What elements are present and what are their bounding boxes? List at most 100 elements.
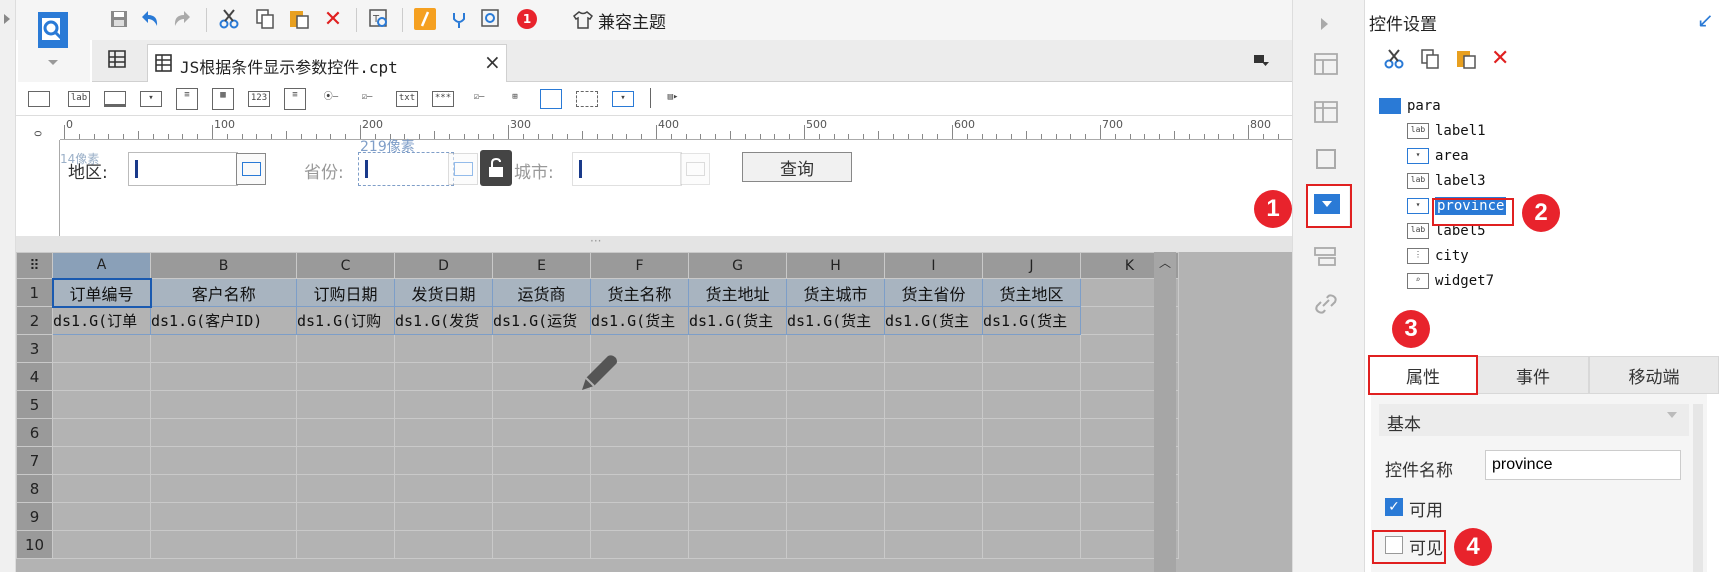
sheet-cell[interactable]	[982, 502, 1081, 531]
column-header[interactable]: E	[492, 252, 591, 279]
properties-scrollbar[interactable]	[1693, 404, 1703, 572]
sheet-cell[interactable]	[982, 530, 1081, 559]
sheet-cell[interactable]	[296, 502, 395, 531]
label-widget-icon[interactable]: lab	[68, 91, 90, 107]
sheet-cell[interactable]	[688, 334, 787, 363]
panel-cut-icon[interactable]	[1383, 48, 1405, 74]
sheet-cell[interactable]	[688, 474, 787, 503]
text-widget-icon[interactable]: txt	[396, 91, 418, 107]
area-dropdown-button[interactable]	[236, 153, 266, 185]
formula-icon[interactable]	[414, 8, 436, 30]
sheet-cell[interactable]	[52, 446, 151, 475]
tree-node-area[interactable]: ▾ area	[1407, 144, 1469, 168]
splitter-grip-icon[interactable]: ···	[590, 234, 601, 248]
sheet-cell[interactable]	[590, 446, 689, 475]
sheet-cell[interactable]	[884, 334, 983, 363]
row-header[interactable]: 9	[16, 502, 53, 531]
sheet-cell[interactable]: 客户名称	[150, 278, 297, 307]
province-input[interactable]	[358, 152, 454, 186]
tree-node-para[interactable]: para	[1379, 94, 1441, 118]
sheet-cell[interactable]	[394, 502, 493, 531]
row-header[interactable]: 2	[16, 306, 53, 335]
sheet-cell[interactable]	[52, 418, 151, 447]
table-tree-widget-icon[interactable]	[540, 89, 562, 109]
sheet-cell[interactable]	[786, 474, 885, 503]
sheet-cell[interactable]	[296, 390, 395, 419]
sheet-cell[interactable]	[492, 502, 591, 531]
sheet-cell[interactable]	[688, 418, 787, 447]
sheet-cell[interactable]	[492, 474, 591, 503]
sheet-cell[interactable]	[590, 502, 689, 531]
paste-icon[interactable]	[288, 8, 310, 30]
sheet-cell[interactable]	[296, 362, 395, 391]
sheet-cell[interactable]: 货主省份	[884, 278, 983, 307]
column-header[interactable]: J	[982, 252, 1081, 279]
sheet-cell[interactable]	[884, 362, 983, 391]
button-widget-icon[interactable]	[104, 91, 126, 107]
vertical-scrollbar[interactable]: ︿	[1154, 252, 1176, 572]
sheet-cell[interactable]	[982, 334, 1081, 363]
sheet-cell[interactable]	[688, 362, 787, 391]
sheet-cell[interactable]: ds1.G(订单	[52, 306, 151, 335]
sheet-cell[interactable]	[590, 530, 689, 559]
delete-icon[interactable]: ✕	[322, 7, 344, 32]
panel-paste-icon[interactable]	[1455, 48, 1477, 74]
tree-node-widget7[interactable]: ⌕ widget7	[1407, 269, 1494, 293]
spreadsheet[interactable]: ⠿ A B C D E F G H I J K 1 订单编号 客户名称 订购日期 发货日期 运货商 货主名称 货主地址…	[16, 252, 1292, 572]
collapse-arrow-icon[interactable]	[1321, 18, 1328, 30]
sheet-cell[interactable]	[150, 502, 297, 531]
sheet-cell[interactable]: 货主地址	[688, 278, 787, 307]
multi-file-widget-icon[interactable]	[576, 91, 598, 107]
sheet-cell[interactable]: 发货日期	[394, 278, 493, 307]
checkbox-widget-icon[interactable]: ☑–	[468, 91, 490, 107]
section-collapse-icon[interactable]	[1667, 412, 1677, 418]
select-all-corner[interactable]: ⠿	[16, 252, 53, 279]
sheet-cell[interactable]	[394, 530, 493, 559]
sheet-cell[interactable]	[394, 390, 493, 419]
splitter[interactable]: ···	[16, 234, 1292, 252]
number-widget-icon[interactable]: 123	[248, 91, 270, 107]
row-header[interactable]: 4	[16, 362, 53, 391]
row-header[interactable]: 8	[16, 474, 53, 503]
sheet-cell[interactable]	[150, 390, 297, 419]
enabled-checkbox[interactable]: ✓	[1385, 498, 1403, 516]
tree-widget-icon[interactable]: ⊞	[504, 91, 526, 107]
sheet-cell[interactable]	[982, 418, 1081, 447]
widget-name-input[interactable]	[1485, 450, 1681, 480]
notification-badge[interactable]: 1	[516, 8, 538, 30]
sheet-cell[interactable]	[786, 418, 885, 447]
radio-group-icon[interactable]: ⦿–	[320, 91, 342, 107]
sheet-cell[interactable]: 订购日期	[296, 278, 395, 307]
sheet-cell[interactable]	[296, 474, 395, 503]
basic-section-header[interactable]: 基本	[1379, 404, 1689, 436]
sheet-cell[interactable]	[296, 446, 395, 475]
tree-node-label1[interactable]: lab label1	[1407, 119, 1486, 143]
sheet-cell[interactable]	[150, 530, 297, 559]
sheet-cell[interactable]	[786, 390, 885, 419]
more-widgets-icon[interactable]: ▤▸	[662, 91, 684, 107]
sheet-cell[interactable]	[688, 502, 787, 531]
sheet-cell[interactable]: ds1.G(货主	[982, 306, 1081, 335]
sheet-cell[interactable]	[884, 446, 983, 475]
sheet-cell[interactable]: ds1.G(运货	[492, 306, 591, 335]
sheet-cell[interactable]	[52, 530, 151, 559]
sheet-cell[interactable]	[786, 446, 885, 475]
sheet-table[interactable]: ⠿ A B C D E F G H I J K 1 订单编号 客户名称 订购日期 发货日期 运货商 货主名称 货主地址…	[16, 252, 1179, 559]
tree-node-label3[interactable]: lab label3	[1407, 169, 1486, 193]
sheet-cell[interactable]	[52, 334, 151, 363]
copy-icon[interactable]	[254, 8, 276, 30]
sheet-cell[interactable]	[688, 446, 787, 475]
sheet-cell[interactable]	[982, 390, 1081, 419]
sheet-cell[interactable]	[394, 334, 493, 363]
sheet-cell[interactable]	[492, 446, 591, 475]
sheet-cell[interactable]	[884, 474, 983, 503]
province-dropdown-button[interactable]	[448, 153, 478, 185]
date-widget-icon[interactable]: ≡	[176, 88, 198, 110]
lock-icon[interactable]	[480, 150, 512, 186]
textarea-widget-icon[interactable]: ≡	[284, 88, 306, 110]
column-header[interactable]: I	[884, 252, 983, 279]
row-header[interactable]: 5	[16, 390, 53, 419]
sheet-cell[interactable]	[150, 362, 297, 391]
sheet-cell[interactable]	[590, 418, 689, 447]
save-icon[interactable]	[108, 8, 130, 30]
